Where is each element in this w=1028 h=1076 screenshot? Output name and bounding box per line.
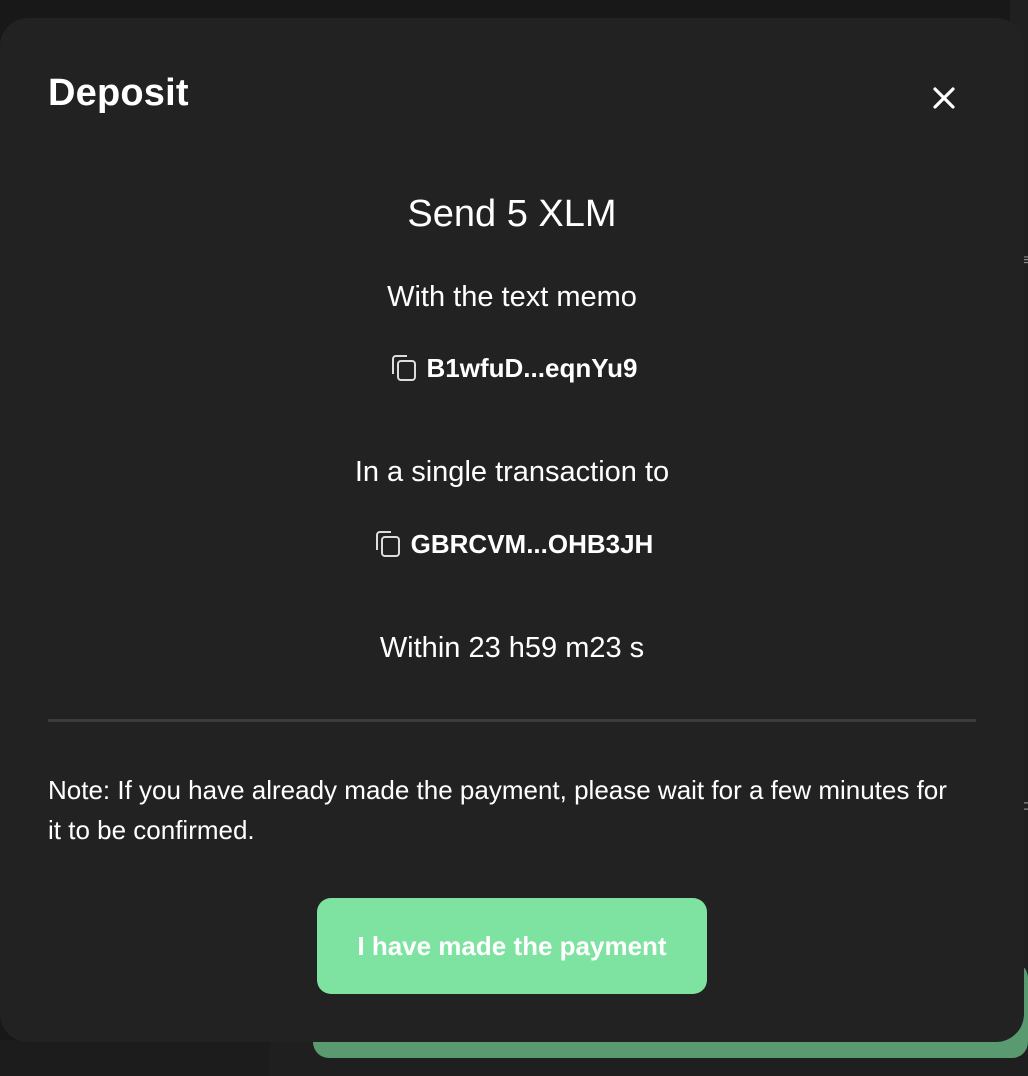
divider <box>48 719 976 722</box>
copy-icon[interactable] <box>387 352 419 384</box>
close-icon <box>933 87 955 109</box>
address-value[interactable]: GBRCVM...OHB3JH <box>411 529 654 560</box>
transaction-label: In a single transaction to <box>354 456 670 488</box>
memo-copy-row[interactable]: B1wfuD...eqnYu9 <box>0 352 1024 384</box>
copy-icon[interactable] <box>371 528 403 560</box>
confirm-payment-button[interactable]: I have made the payment <box>317 898 707 994</box>
send-amount-heading: Send 5 XLM <box>407 193 617 235</box>
memo-value[interactable]: B1wfuD...eqnYu9 <box>427 353 638 384</box>
memo-label: With the text memo <box>387 281 637 313</box>
backdrop-panel <box>0 1040 270 1076</box>
deposit-modal: Deposit Send 5 XLM With the text memo B1… <box>0 18 1024 1042</box>
deadline-countdown: Within 23 h59 m23 s <box>379 632 645 664</box>
payment-note: Note: If you have already made the payme… <box>48 775 947 845</box>
close-button[interactable] <box>926 80 962 116</box>
modal-title: Deposit <box>48 72 189 114</box>
address-copy-row[interactable]: GBRCVM...OHB3JH <box>0 528 1024 560</box>
